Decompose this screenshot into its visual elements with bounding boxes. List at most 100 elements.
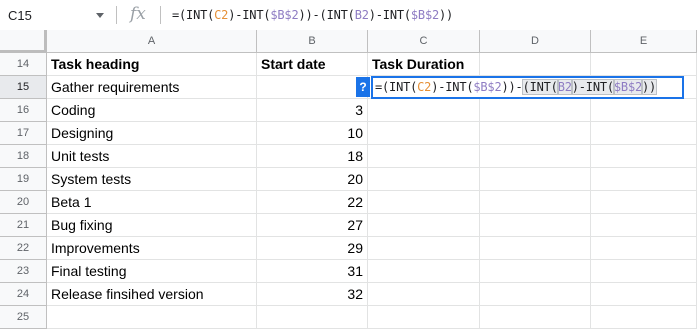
cell-d21[interactable]	[480, 214, 591, 237]
cell-c24[interactable]	[368, 283, 480, 306]
cell-b19[interactable]: 20	[257, 168, 368, 191]
cell-a24[interactable]: Release finsihed version	[47, 283, 257, 306]
cell-editor[interactable]: =(INT(C2)-INT($B$2))-(INT(B2)-INT($B$2))	[371, 76, 684, 99]
formula-token: (INT(	[521, 79, 559, 95]
column-header-d[interactable]: D	[480, 30, 591, 53]
cell-b21[interactable]: 27	[257, 214, 368, 237]
cell-c25[interactable]	[368, 306, 480, 329]
row-header-23[interactable]: 23	[0, 260, 47, 283]
cell-c21[interactable]	[368, 214, 480, 237]
row-header-18[interactable]: 18	[0, 145, 47, 168]
formula-token: $B$2	[410, 8, 440, 22]
formula-token: C2	[214, 8, 229, 22]
cell-b25[interactable]	[257, 306, 368, 329]
formula-token: B2	[354, 8, 369, 22]
cell-a22[interactable]: Improvements	[47, 237, 257, 260]
row-header-15[interactable]: 15	[0, 76, 47, 99]
cell-b17[interactable]: 10	[257, 122, 368, 145]
formula-token: =(INT(	[172, 8, 215, 22]
formula-token: )-INT(	[368, 8, 411, 22]
row-header-24[interactable]: 24	[0, 283, 47, 306]
formula-token: $B$2	[473, 80, 502, 94]
cell-a18[interactable]: Unit tests	[47, 145, 257, 168]
cell-c14[interactable]: Task Duration	[368, 53, 480, 76]
cell-d24[interactable]	[480, 283, 591, 306]
cell-b15[interactable]	[257, 76, 368, 99]
column-header-b[interactable]: B	[257, 30, 368, 53]
formula-token: B2	[556, 79, 573, 95]
cell-a25[interactable]	[47, 306, 257, 329]
formula-token: )-INT(	[570, 79, 615, 95]
cell-a20[interactable]: Beta 1	[47, 191, 257, 214]
formula-input[interactable]: =(INT(C2)-INT($B$2))-(INT(B2)-INT($B$2))	[172, 8, 453, 22]
row-header-16[interactable]: 16	[0, 99, 47, 122]
formula-token: ))	[439, 8, 454, 22]
cell-c16[interactable]	[368, 99, 480, 122]
formula-token: $B$2	[270, 8, 299, 22]
row-header-20[interactable]: 20	[0, 191, 47, 214]
cell-e19[interactable]	[591, 168, 697, 191]
cell-a14[interactable]: Task heading	[47, 53, 257, 76]
cell-e14[interactable]	[591, 53, 697, 76]
cell-d23[interactable]	[480, 260, 591, 283]
select-all-corner[interactable]	[0, 30, 47, 53]
cell-b23[interactable]: 31	[257, 260, 368, 283]
formula-token: )-INT(	[228, 8, 271, 22]
row-header-17[interactable]: 17	[0, 122, 47, 145]
divider	[116, 6, 117, 24]
cell-a15[interactable]: Gather requirements	[47, 76, 257, 99]
cell-c17[interactable]	[368, 122, 480, 145]
column-header-c[interactable]: C	[368, 30, 480, 53]
cell-a19[interactable]: System tests	[47, 168, 257, 191]
cell-d20[interactable]	[480, 191, 591, 214]
cell-b24[interactable]: 32	[257, 283, 368, 306]
formula-token: ))-(INT(	[298, 8, 355, 22]
cell-b22[interactable]: 29	[257, 237, 368, 260]
formula-token: ))	[641, 79, 658, 95]
cell-d17[interactable]	[480, 122, 591, 145]
column-header-e[interactable]: E	[591, 30, 697, 53]
row-header-25[interactable]: 25	[0, 306, 47, 329]
chevron-down-icon[interactable]	[96, 13, 104, 18]
cell-a16[interactable]: Coding	[47, 99, 257, 122]
divider	[160, 6, 161, 24]
cell-b18[interactable]: 18	[257, 145, 368, 168]
cell-e17[interactable]	[591, 122, 697, 145]
cell-e18[interactable]	[591, 145, 697, 168]
column-header-a[interactable]: A	[47, 30, 257, 53]
row-header-21[interactable]: 21	[0, 214, 47, 237]
name-box[interactable]: C15	[0, 0, 110, 30]
cell-d14[interactable]	[480, 53, 591, 76]
cell-b14[interactable]: Start date	[257, 53, 368, 76]
cell-c22[interactable]	[368, 237, 480, 260]
cell-c20[interactable]	[368, 191, 480, 214]
cell-b16[interactable]: 3	[257, 99, 368, 122]
cell-b20[interactable]: 22	[257, 191, 368, 214]
row-header-19[interactable]: 19	[0, 168, 47, 191]
cell-a23[interactable]: Final testing	[47, 260, 257, 283]
cell-editor-formula[interactable]: =(INT(C2)-INT($B$2))-(INT(B2)-INT($B$2))	[375, 79, 658, 95]
cell-c18[interactable]	[368, 145, 480, 168]
cell-d16[interactable]	[480, 99, 591, 122]
cell-e16[interactable]	[591, 99, 697, 122]
cell-a17[interactable]: Designing	[47, 122, 257, 145]
formula-help-icon[interactable]: ?	[356, 77, 370, 97]
row-header-22[interactable]: 22	[0, 237, 47, 260]
row-header-14[interactable]: 14	[0, 53, 47, 76]
fx-icon: fx	[130, 4, 146, 24]
cell-c19[interactable]	[368, 168, 480, 191]
cell-d25[interactable]	[480, 306, 591, 329]
cell-e25[interactable]	[591, 306, 697, 329]
cell-e24[interactable]	[591, 283, 697, 306]
cell-d19[interactable]	[480, 168, 591, 191]
name-box-cell-ref[interactable]: C15	[8, 8, 32, 23]
formula-token: ))-	[501, 80, 523, 94]
cell-c23[interactable]	[368, 260, 480, 283]
cell-e20[interactable]	[591, 191, 697, 214]
cell-d18[interactable]	[480, 145, 591, 168]
cell-e21[interactable]	[591, 214, 697, 237]
cell-e23[interactable]	[591, 260, 697, 283]
cell-e22[interactable]	[591, 237, 697, 260]
cell-d22[interactable]	[480, 237, 591, 260]
cell-a21[interactable]: Bug fixing	[47, 214, 257, 237]
